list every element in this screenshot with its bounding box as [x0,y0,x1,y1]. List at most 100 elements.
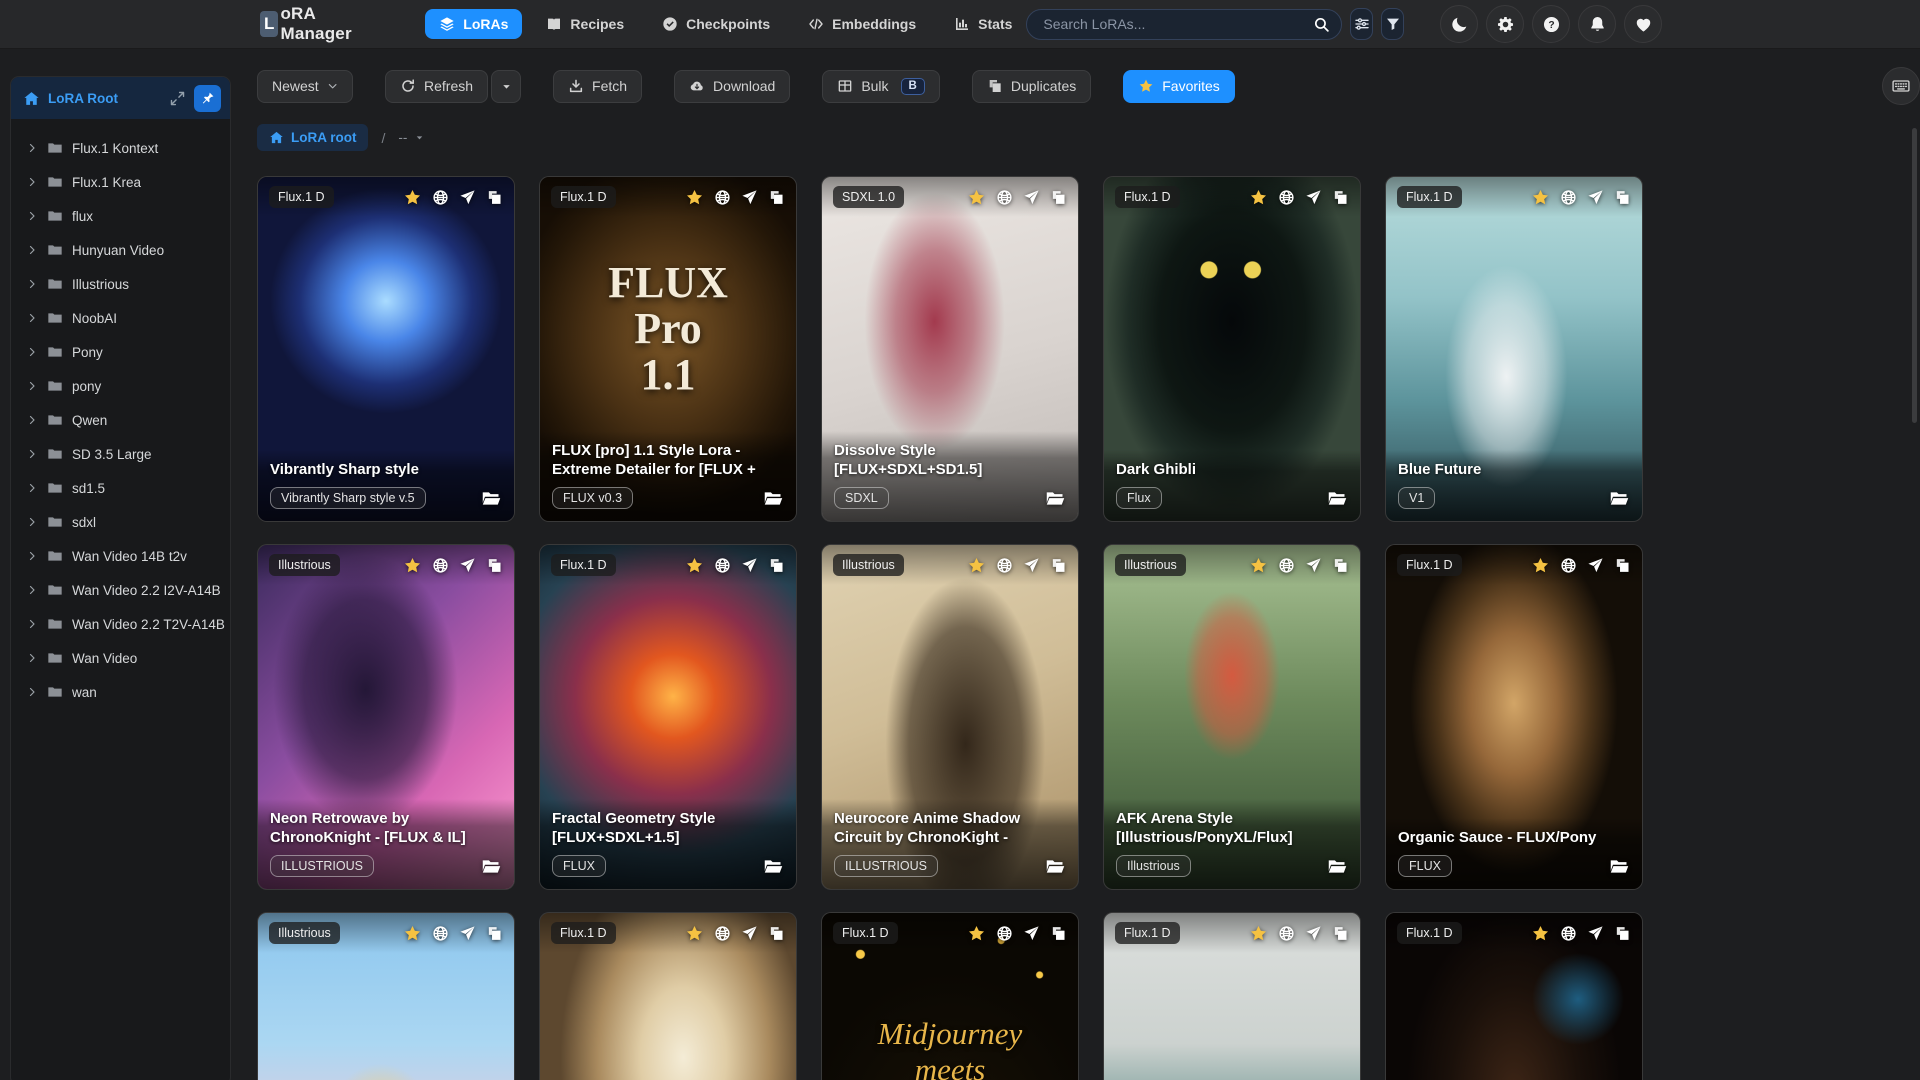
lora-card[interactable]: Flux.1 D MidjourneymeetsFLUX [821,912,1079,1080]
folder-open-icon[interactable] [763,488,784,509]
sidebar-folder-item[interactable]: Flux.1 Kontext [11,131,230,165]
copy-icon[interactable] [1614,189,1631,206]
breadcrumb-root[interactable]: LoRA root [257,124,369,151]
sidebar-folder-item[interactable]: Wan Video [11,641,230,675]
version-pill[interactable]: FLUX v0.3 [552,487,634,509]
version-pill[interactable]: Illustrious [1116,855,1191,877]
send-icon[interactable] [1023,925,1040,942]
version-pill[interactable]: V1 [1398,487,1436,509]
sort-select[interactable]: Newest [257,69,353,103]
copy-icon[interactable] [486,557,503,574]
filter-button[interactable] [1381,8,1404,40]
nav-item-embeddings[interactable]: Embeddings [794,9,930,39]
nav-item-loras[interactable]: LoRAs [425,9,523,39]
favorite-star-icon[interactable] [1249,556,1268,575]
sidebar-folder-item[interactable]: SD 3.5 Large [11,437,230,471]
favorite-star-icon[interactable] [1531,188,1550,207]
folder-open-icon[interactable] [763,856,784,877]
favorites-button[interactable]: Favorites [1123,69,1235,103]
globe-icon[interactable] [996,925,1013,942]
support-button[interactable] [1624,5,1662,43]
lora-card[interactable]: Flux.1 D Vibrantly Sharp style Vibrantly… [257,176,515,522]
globe-icon[interactable] [1560,189,1577,206]
scrollbar-thumb[interactable] [1912,128,1917,423]
lora-card[interactable]: SDXL 1.0 Dissolve Style [FLUX+SDXL+SD1.5… [821,176,1079,522]
sidebar-folder-item[interactable]: Pony [11,335,230,369]
keyboard-shortcuts-button[interactable] [1882,67,1920,105]
send-icon[interactable] [1023,557,1040,574]
lora-card[interactable]: Flux.1 D FLUX Pro 1.1 FLUX [pro] 1.1 Style… [539,176,797,522]
copy-icon[interactable] [768,557,785,574]
nav-item-recipes[interactable]: Recipes [532,9,638,39]
copy-icon[interactable] [1050,557,1067,574]
collapse-tree-button[interactable] [169,90,186,107]
sidebar-folder-item[interactable]: Wan Video 2.2 I2V-A14B [11,573,230,607]
send-icon[interactable] [1305,557,1322,574]
lora-card[interactable]: Flux.1 D Organic Sauce - FLUX/Pony FLUX [1385,544,1643,890]
favorite-star-icon[interactable] [1249,924,1268,943]
send-icon[interactable] [741,557,758,574]
sidebar-folder-item[interactable]: flux [11,199,230,233]
send-icon[interactable] [1305,189,1322,206]
sidebar-folder-item[interactable]: Qwen [11,403,230,437]
favorite-star-icon[interactable] [967,188,986,207]
sidebar-folder-item[interactable]: sd1.5 [11,471,230,505]
copy-icon[interactable] [1050,925,1067,942]
lora-card[interactable]: Illustrious Neurocore Anime Shadow Circu… [821,544,1079,890]
version-pill[interactable]: Flux [1116,487,1162,509]
copy-icon[interactable] [1614,925,1631,942]
favorite-star-icon[interactable] [685,924,704,943]
lora-card[interactable]: Illustrious Neon Retrowave by ChronoKnig… [257,544,515,890]
globe-icon[interactable] [996,557,1013,574]
send-icon[interactable] [1587,925,1604,942]
send-icon[interactable] [459,925,476,942]
globe-icon[interactable] [432,925,449,942]
folder-open-icon[interactable] [1045,488,1066,509]
favorite-star-icon[interactable] [967,924,986,943]
copy-icon[interactable] [486,925,503,942]
search-input[interactable] [1026,8,1343,40]
sidebar-folder-item[interactable]: NoobAI [11,301,230,335]
send-icon[interactable] [459,557,476,574]
lora-card[interactable]: Flux.1 D Blue Future V1 [1385,176,1643,522]
version-pill[interactable]: FLUX [552,855,606,877]
folder-open-icon[interactable] [1045,856,1066,877]
fetch-button[interactable]: Fetch [553,69,643,103]
favorite-star-icon[interactable] [403,188,422,207]
favorite-star-icon[interactable] [1531,556,1550,575]
favorite-star-icon[interactable] [1249,188,1268,207]
favorite-star-icon[interactable] [403,556,422,575]
globe-icon[interactable] [714,925,731,942]
favorite-star-icon[interactable] [403,924,422,943]
pin-sidebar-button[interactable] [194,84,221,112]
version-pill[interactable]: SDXL [834,487,889,509]
send-icon[interactable] [1587,189,1604,206]
settings-button[interactable] [1486,5,1524,43]
copy-icon[interactable] [1050,189,1067,206]
theme-toggle-button[interactable] [1440,5,1478,43]
nav-item-checkpoints[interactable]: Checkpoints [648,9,784,39]
version-pill[interactable]: ILLUSTRIOUS [834,855,938,877]
copy-icon[interactable] [1332,557,1349,574]
sidebar-root-header[interactable]: LoRA Root [11,77,230,119]
send-icon[interactable] [1305,925,1322,942]
send-icon[interactable] [459,189,476,206]
folder-open-icon[interactable] [1609,488,1630,509]
lora-card[interactable]: Illustrious [257,912,515,1080]
send-icon[interactable] [741,189,758,206]
duplicates-button[interactable]: Duplicates [971,69,1092,103]
globe-icon[interactable] [1278,189,1295,206]
version-pill[interactable]: Vibrantly Sharp style v.5 [270,487,426,509]
globe-icon[interactable] [1278,557,1295,574]
version-pill[interactable]: ILLUSTRIOUS [270,855,374,877]
folder-open-icon[interactable] [1327,488,1348,509]
lora-card[interactable]: Flux.1 D [539,912,797,1080]
globe-icon[interactable] [432,557,449,574]
sidebar-folder-item[interactable]: Illustrious [11,267,230,301]
refresh-options-button[interactable] [491,69,522,103]
copy-icon[interactable] [768,189,785,206]
lora-card[interactable]: Illustrious AFK Arena Style [Illustrious… [1103,544,1361,890]
copy-icon[interactable] [768,925,785,942]
sidebar-folder-item[interactable]: Wan Video 2.2 T2V-A14B [11,607,230,641]
globe-icon[interactable] [714,557,731,574]
